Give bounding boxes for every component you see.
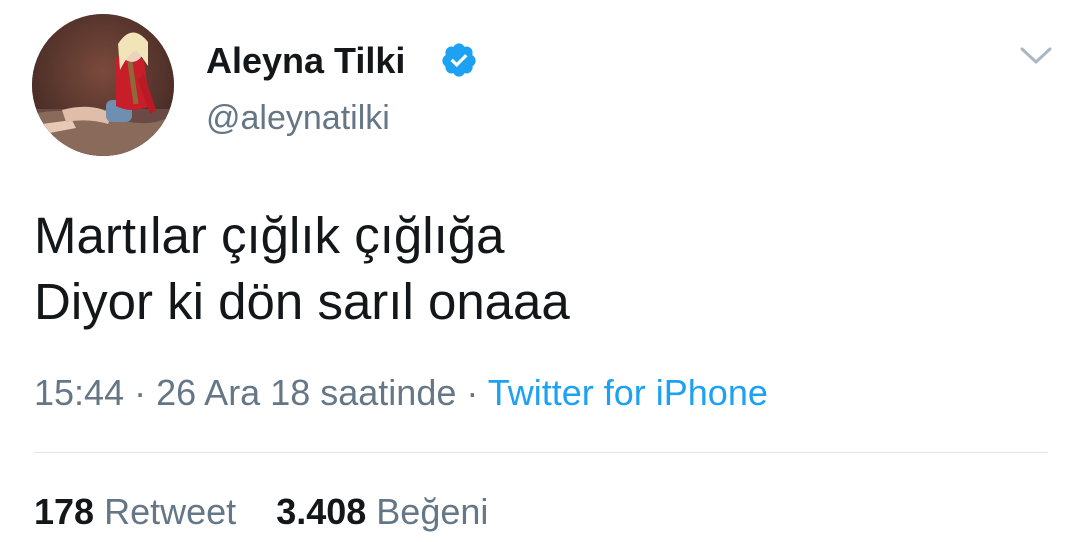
tweet-source-link[interactable]: Twitter for iPhone — [488, 372, 768, 413]
tweet-text-line: Martılar çığlık çığlığa — [34, 207, 505, 264]
divider — [34, 452, 1048, 453]
meta-separator: · — [134, 372, 147, 413]
tweet-metadata: 15:44 · 26 Ara 18 saatinde · Twitter for… — [34, 372, 768, 414]
likes-stat[interactable]: 3.408 Beğeni — [276, 491, 488, 533]
display-name[interactable]: Aleyna Tilki — [206, 40, 405, 82]
tweet-date[interactable]: 26 Ara 18 saatinde — [156, 372, 456, 413]
tweet-time[interactable]: 15:44 — [34, 372, 124, 413]
tweet-text: Martılar çığlık çığlığa Diyor ki dön sar… — [34, 203, 570, 335]
likes-label: Beğeni — [376, 491, 489, 532]
tweet-text-line: Diyor ki dön sarıl onaaa — [34, 273, 570, 330]
tweet-stats: 178 Retweet 3.408 Beğeni — [34, 491, 488, 533]
retweets-stat[interactable]: 178 Retweet — [34, 491, 236, 533]
avatar-image — [32, 14, 174, 156]
user-handle[interactable]: @aleynatilki — [206, 98, 390, 138]
verified-badge-icon — [442, 43, 476, 77]
chevron-down-icon[interactable] — [1018, 44, 1054, 68]
retweets-label: Retweet — [104, 491, 237, 532]
tweet-card: Aleyna Tilki @aleynatilki Martılar çığlı… — [0, 0, 1080, 542]
avatar[interactable] — [32, 14, 174, 156]
retweets-count: 178 — [34, 491, 95, 532]
meta-separator: · — [466, 372, 479, 413]
likes-count: 3.408 — [276, 491, 367, 532]
